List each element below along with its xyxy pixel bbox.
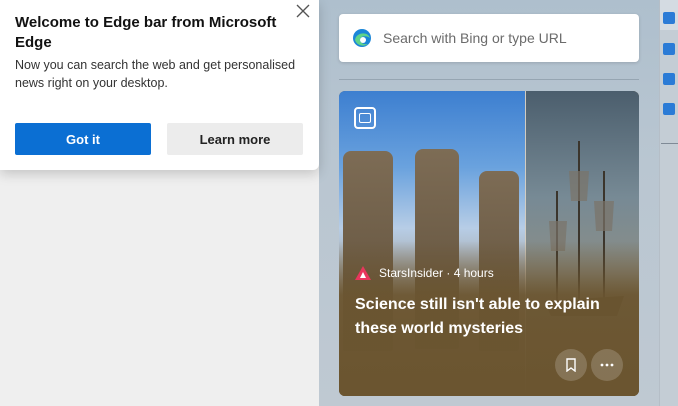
learn-more-button[interactable]: Learn more	[167, 123, 303, 155]
edge-bar-panel: Search with Bing or type URL StarsInside…	[319, 0, 659, 406]
welcome-popup: Welcome to Edge bar from Microsoft Edge …	[0, 0, 319, 170]
search-input[interactable]: Search with Bing or type URL	[383, 30, 567, 46]
source-label: StarsInsider · 4 hours	[379, 266, 494, 280]
divider	[339, 79, 639, 80]
more-icon	[600, 363, 614, 367]
more-options-button[interactable]	[591, 349, 623, 381]
bookmark-icon	[566, 358, 576, 372]
source-row[interactable]: StarsInsider · 4 hours	[355, 266, 494, 280]
news-headline[interactable]: Science still isn't able to explain thes…	[355, 293, 625, 341]
toolbar-divider	[661, 143, 678, 144]
side-toolbar	[659, 0, 678, 406]
toolbar-app-icon[interactable]	[663, 43, 675, 55]
toolbar-app-icon[interactable]	[663, 103, 675, 115]
got-it-button[interactable]: Got it	[15, 123, 151, 155]
starsinsider-logo-icon	[355, 266, 371, 280]
popup-description: Now you can search the web and get perso…	[15, 58, 296, 90]
toolbar-app-icon[interactable]	[663, 73, 675, 85]
gallery-icon	[354, 107, 376, 129]
search-box[interactable]: Search with Bing or type URL	[339, 14, 639, 62]
popup-title: Welcome to Edge bar from Microsoft Edge	[15, 14, 277, 51]
bookmark-button[interactable]	[555, 349, 587, 381]
news-card[interactable]: StarsInsider · 4 hours Science still isn…	[339, 91, 639, 396]
edge-logo-icon	[353, 29, 371, 47]
toolbar-app-icon[interactable]	[663, 12, 675, 24]
